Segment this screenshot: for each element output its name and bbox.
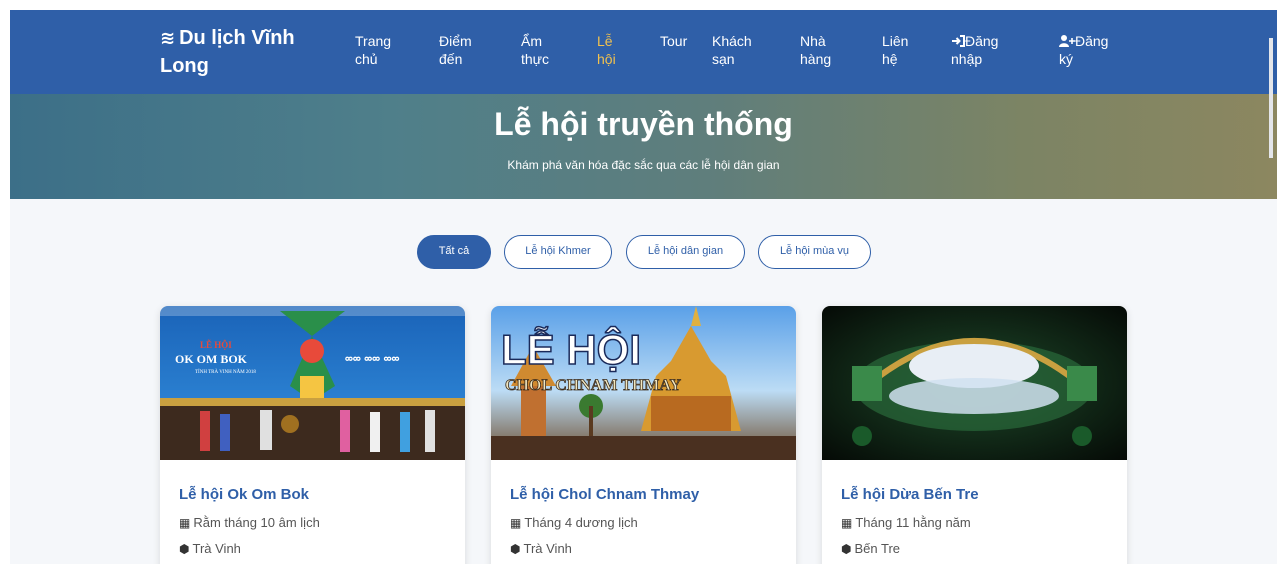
card-image — [822, 306, 1127, 460]
card-image-text: CHOL CHNAM THMAY — [505, 377, 681, 394]
card-image-text: TỈNH TRÀ VINH NĂM 2018 — [195, 369, 256, 375]
card-date: ▦ Rằm tháng 10 âm lịch — [179, 515, 320, 530]
nav-restaurants[interactable]: Nhà hàng — [800, 32, 845, 68]
card-location: ⬢ Bến Tre — [841, 541, 900, 556]
card-image-text: OK OM BOK — [175, 352, 248, 366]
filter-all[interactable]: Tất cả — [417, 235, 491, 269]
card-date-text: Tháng 4 dương lịch — [524, 515, 638, 530]
calendar-icon: ▦ — [510, 516, 522, 530]
nav-food[interactable]: Ẩm thực — [521, 32, 566, 68]
card-title[interactable]: Lễ hội Ok Om Bok — [179, 486, 309, 503]
card-title[interactable]: Lễ hội Dừa Bến Tre — [841, 486, 979, 503]
calendar-icon: ▦ — [179, 516, 191, 530]
scrollbar[interactable] — [1269, 38, 1273, 158]
hero-title: Lễ hội truyền thống — [494, 106, 793, 142]
sign-in-icon — [952, 35, 965, 47]
page: ≋ Du lịch Vĩnh Long Trang chủ Điểm đến Ẩm… — [10, 10, 1277, 564]
card-title[interactable]: Lễ hội Chol Chnam Thmay — [510, 486, 699, 503]
nav-hotels[interactable]: Khách sạn — [712, 32, 762, 68]
card-image-text: LỄ HỘI — [200, 340, 232, 350]
svg-text:ᢁᢁ ᢁᢁ ᢁᢁ: ᢁᢁ ᢁᢁ ᢁᢁ — [345, 355, 399, 366]
card-date: ▦ Tháng 11 hằng năm — [841, 515, 971, 530]
card-image: LỄ HỘI CHOL CHNAM THMAY — [491, 306, 796, 460]
nav-tour[interactable]: Tour — [660, 32, 720, 50]
brand-name: Du lịch Vĩnh Long — [160, 27, 295, 77]
navbar: ≋ Du lịch Vĩnh Long Trang chủ Điểm đến Ẩm… — [10, 10, 1277, 94]
filter-folk[interactable]: Lễ hội dân gian — [626, 235, 745, 269]
nav-login[interactable]: Đăng nhập — [951, 32, 1021, 68]
waves-icon: ≋ — [160, 28, 176, 48]
card-image-text: LỄ HỘI — [501, 325, 641, 373]
nav-home[interactable]: Trang chủ — [355, 32, 415, 68]
map-marker-icon: ⬢ — [510, 542, 521, 556]
hero-banner: Lễ hội truyền thống Khám phá văn hóa đặc… — [10, 94, 1277, 199]
user-plus-icon — [1059, 35, 1075, 47]
card-image: LỄ HỘI OK OM BOK TỈNH TRÀ VINH NĂM 2018 … — [160, 306, 465, 460]
hero-subtitle: Khám phá văn hóa đặc sắc qua các lễ hội … — [507, 158, 780, 172]
nav-register[interactable]: Đăng ký — [1059, 32, 1119, 68]
card-location-text: Trà Vinh — [523, 541, 572, 556]
card-date-text: Tháng 11 hằng năm — [855, 515, 971, 530]
festival-card[interactable]: LỄ HỘI CHOL CHNAM THMAY Lễ hội Chol Chna… — [491, 306, 796, 564]
card-location: ⬢ Trà Vinh — [510, 541, 572, 556]
filter-khmer[interactable]: Lễ hội Khmer — [504, 235, 612, 269]
nav-contact[interactable]: Liên hệ — [882, 32, 917, 68]
card-location-text: Bến Tre — [854, 541, 901, 556]
nav-destinations[interactable]: Điểm đến — [439, 32, 484, 68]
card-date-text: Rằm tháng 10 âm lịch — [193, 515, 320, 530]
map-marker-icon: ⬢ — [841, 542, 852, 556]
card-date: ▦ Tháng 4 dương lịch — [510, 515, 638, 530]
card-location: ⬢ Trà Vinh — [179, 541, 241, 556]
filter-harvest[interactable]: Lễ hội mùa vụ — [758, 235, 871, 269]
map-marker-icon: ⬢ — [179, 542, 190, 556]
brand-logo[interactable]: ≋ Du lịch Vĩnh Long — [160, 24, 320, 80]
festival-card[interactable]: Lễ hội Dừa Bến Tre ▦ Tháng 11 hằng năm ⬢ B… — [822, 306, 1127, 564]
festival-card[interactable]: LỄ HỘI OK OM BOK TỈNH TRÀ VINH NĂM 2018 … — [160, 306, 465, 564]
nav-festivals[interactable]: Lễ hội — [597, 32, 627, 68]
card-location-text: Trà Vinh — [192, 541, 241, 556]
calendar-icon: ▦ — [841, 516, 853, 530]
